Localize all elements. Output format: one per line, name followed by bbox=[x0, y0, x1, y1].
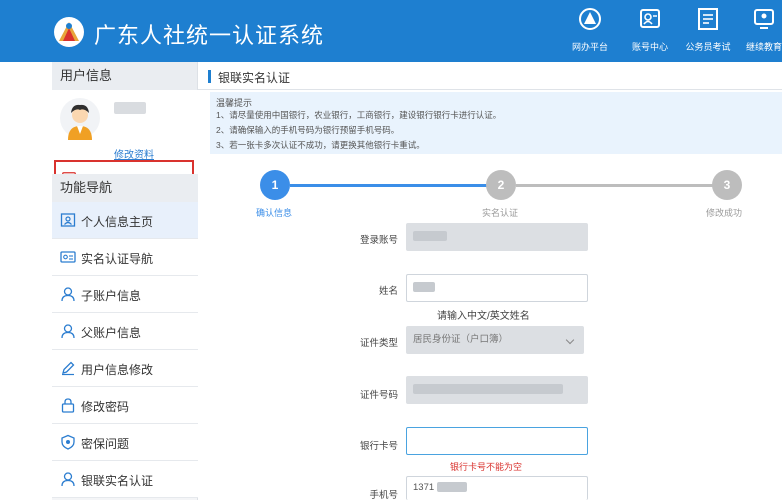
user-icon bbox=[61, 287, 75, 302]
main-content: 银联实名认证 温馨提示 1、请尽量使用中国银行，农业银行，工商银行，建设银行银行… bbox=[198, 62, 782, 500]
name-hint: 请输入中文/英文姓名 bbox=[437, 311, 530, 322]
tip-line: 1、请尽量使用中国银行，农业银行，工商银行，建设银行银行卡进行认证。 bbox=[216, 110, 502, 120]
step-connector-inactive bbox=[516, 184, 727, 187]
redacted-value bbox=[436, 482, 467, 493]
id-type-value: 居民身份证（户口簿） bbox=[413, 334, 509, 345]
top-header: 广东人社统一认证系统 网办平台 账号中心 公务员考试 继续教育 bbox=[0, 0, 782, 62]
step-connector-active bbox=[290, 184, 501, 187]
id-number-field bbox=[406, 376, 588, 404]
nav-account-center[interactable]: 账号中心 bbox=[620, 6, 680, 58]
login-account-label: 登录账号 bbox=[359, 235, 398, 246]
page-title-bar: 银联实名认证 bbox=[198, 62, 782, 90]
nav-label: 公务员考试 bbox=[685, 42, 731, 52]
chevron-down-icon bbox=[565, 335, 575, 345]
menu-label: 子账户信息 bbox=[81, 289, 142, 303]
sidebar: 用户信息 修改资料 未认证， 开始认证 功能导航 bbox=[52, 62, 198, 500]
menu-item-sub-account[interactable]: 子账户信息 bbox=[52, 276, 198, 313]
tips-box: 温馨提示 1、请尽量使用中国银行，农业银行，工商银行，建设银行银行卡进行认证。 … bbox=[210, 92, 782, 154]
pencil-icon bbox=[62, 361, 75, 376]
menu-label: 实名认证导航 bbox=[81, 252, 154, 266]
menu-label: 个人信息主页 bbox=[81, 215, 154, 229]
step-3-circle: 3 bbox=[712, 170, 742, 200]
nav-label: 网办平台 bbox=[571, 42, 608, 52]
menu-label: 修改密码 bbox=[81, 400, 130, 414]
menu-item-unionpay-verify[interactable]: 银联实名认证 bbox=[52, 461, 198, 498]
page-title: 银联实名认证 bbox=[218, 71, 291, 85]
user-icon bbox=[61, 472, 75, 487]
nav-continuing-education[interactable]: 继续教育 bbox=[734, 6, 782, 58]
user-info-heading: 用户信息 bbox=[52, 62, 197, 90]
menu-item-id-verify-nav[interactable]: 实名认证导航 bbox=[52, 239, 198, 276]
shield-icon bbox=[61, 434, 75, 450]
user-name-redacted bbox=[114, 102, 146, 114]
redacted-value bbox=[413, 231, 447, 242]
menu-label: 用户信息修改 bbox=[81, 363, 154, 377]
function-nav-heading: 功能导航 bbox=[52, 174, 198, 202]
profile-home-icon bbox=[60, 213, 76, 227]
tips-title: 温馨提示 bbox=[216, 98, 253, 108]
id-number-label: 证件号码 bbox=[359, 390, 398, 401]
login-account-field bbox=[406, 223, 588, 251]
logo-icon bbox=[54, 17, 84, 47]
step-3-label: 修改成功 bbox=[706, 208, 743, 218]
id-type-label: 证件类型 bbox=[359, 338, 398, 349]
menu-label: 父账户信息 bbox=[81, 326, 142, 340]
nav-civil-exam[interactable]: 公务员考试 bbox=[678, 6, 738, 58]
step-1-label: 确认信息 bbox=[256, 208, 293, 218]
bank-card-input[interactable] bbox=[406, 427, 588, 455]
menu-item-change-password[interactable]: 修改密码 bbox=[52, 387, 198, 424]
name-input[interactable] bbox=[406, 274, 588, 302]
title-accent-bar bbox=[208, 70, 211, 83]
menu-item-security-question[interactable]: 密保问题 bbox=[52, 424, 198, 461]
lock-icon bbox=[61, 398, 75, 413]
function-menu: 个人信息主页 实名认证导航 子账户信息 父账户信息 用户信息修改 修改密码 密保… bbox=[52, 202, 198, 498]
step-2-label: 实名认证 bbox=[482, 208, 519, 218]
id-verify-icon bbox=[60, 251, 76, 263]
redacted-value bbox=[413, 384, 563, 395]
account-circle-icon bbox=[579, 8, 601, 30]
name-label: 姓名 bbox=[378, 286, 398, 297]
menu-label: 密保问题 bbox=[81, 437, 130, 451]
redacted-value bbox=[413, 282, 435, 293]
bank-card-error: 银行卡号不能为空 bbox=[450, 462, 523, 472]
step-2-circle: 2 bbox=[486, 170, 516, 200]
menu-label: 银联实名认证 bbox=[81, 474, 154, 488]
edit-profile-link[interactable]: 修改资料 bbox=[114, 146, 154, 161]
menu-item-parent-account[interactable]: 父账户信息 bbox=[52, 313, 198, 350]
nav-online-platform[interactable]: 网办平台 bbox=[560, 6, 620, 58]
bank-card-label: 银行卡号 bbox=[359, 441, 398, 452]
phone-input[interactable]: 1371 bbox=[406, 476, 588, 500]
menu-item-edit-user-info[interactable]: 用户信息修改 bbox=[52, 350, 198, 387]
menu-item-profile-home[interactable]: 个人信息主页 bbox=[52, 202, 198, 239]
monitor-education-icon bbox=[754, 9, 774, 29]
app-title: 广东人社统一认证系统 bbox=[94, 24, 325, 49]
step-1-circle: 1 bbox=[260, 170, 290, 200]
tip-line: 3、若一张卡多次认证不成功，请更换其他银行卡重试。 bbox=[216, 140, 425, 150]
user-icon bbox=[61, 324, 75, 339]
nav-label: 继续教育 bbox=[745, 42, 782, 52]
id-type-select[interactable]: 居民身份证（户口簿） bbox=[406, 326, 584, 354]
nav-label: 账号中心 bbox=[631, 42, 668, 52]
phone-label: 手机号 bbox=[369, 490, 398, 500]
phone-value: 1371 bbox=[413, 482, 435, 493]
tip-line: 2、请确保输入的手机号码为银行预留手机号码。 bbox=[216, 125, 400, 135]
id-card-icon bbox=[640, 9, 660, 28]
exam-certificate-icon bbox=[698, 8, 718, 30]
progress-stepper: 1 确认信息 2 实名认证 3 修改成功 bbox=[198, 170, 782, 220]
avatar bbox=[60, 98, 100, 140]
